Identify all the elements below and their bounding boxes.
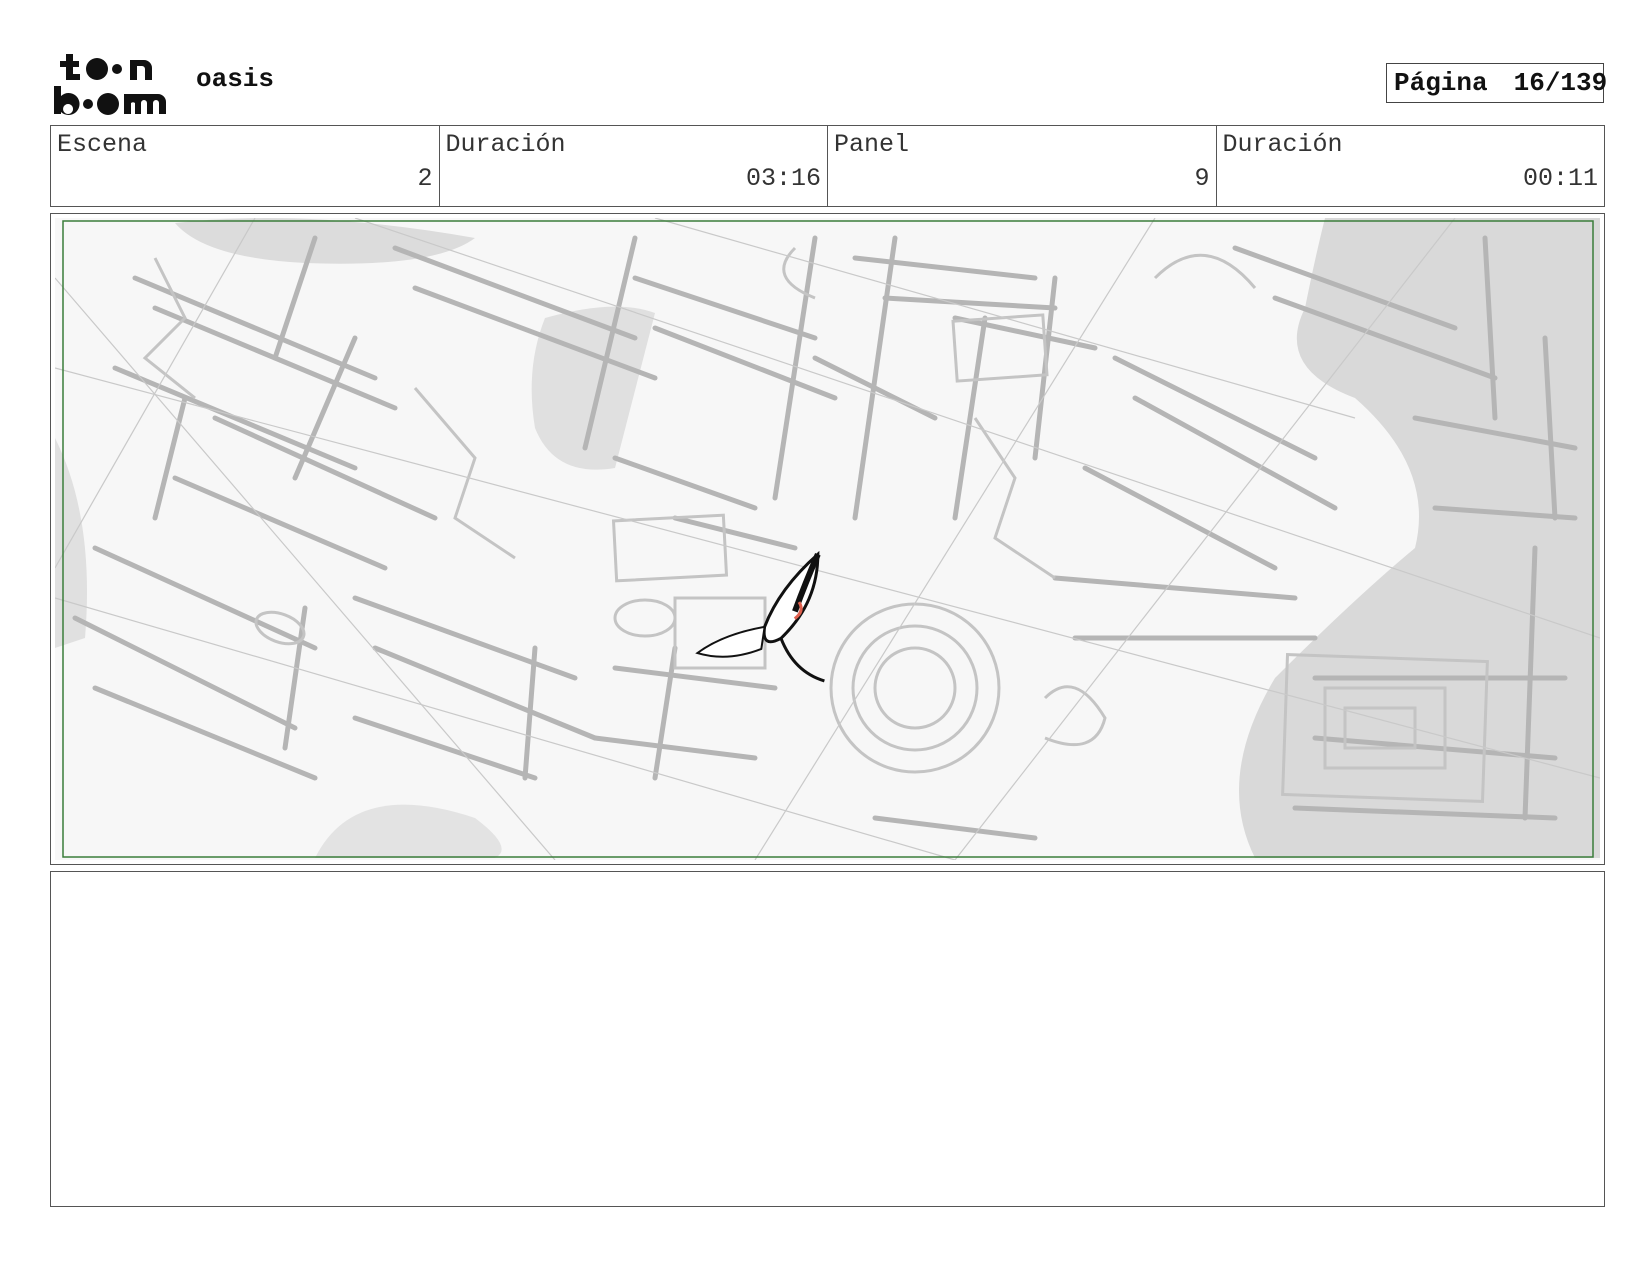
page-label: Página	[1394, 68, 1488, 98]
scene-label: Escena	[57, 130, 148, 159]
panel-duration-label: Duración	[1222, 130, 1343, 159]
scene-duration-value: 03:16	[745, 164, 821, 193]
toon-boom-logo	[54, 52, 172, 118]
panel-cell: Panel 9	[828, 126, 1217, 206]
panel-value: 9	[1194, 164, 1210, 193]
panel-notes	[50, 871, 1605, 1207]
panel-label: Panel	[834, 130, 910, 159]
storyboard-panel	[50, 213, 1605, 865]
project-name: oasis	[196, 64, 275, 94]
scene-duration-cell: Duración 03:16	[440, 126, 828, 206]
scene-duration-label: Duración	[445, 130, 566, 159]
page-number: 16/139	[1513, 68, 1608, 98]
page-indicator: Página 16/139	[1386, 63, 1607, 103]
scene-value: 2	[417, 164, 433, 193]
panel-duration-value: 00:11	[1522, 164, 1598, 193]
panel-info-row: Escena 2 Duración 03:16 Panel 9 Duración…	[50, 125, 1605, 207]
scene-cell: Escena 2	[51, 126, 440, 206]
panel-duration-cell: Duración 00:11	[1217, 126, 1605, 206]
storyboard-sketch-icon	[55, 218, 1600, 860]
